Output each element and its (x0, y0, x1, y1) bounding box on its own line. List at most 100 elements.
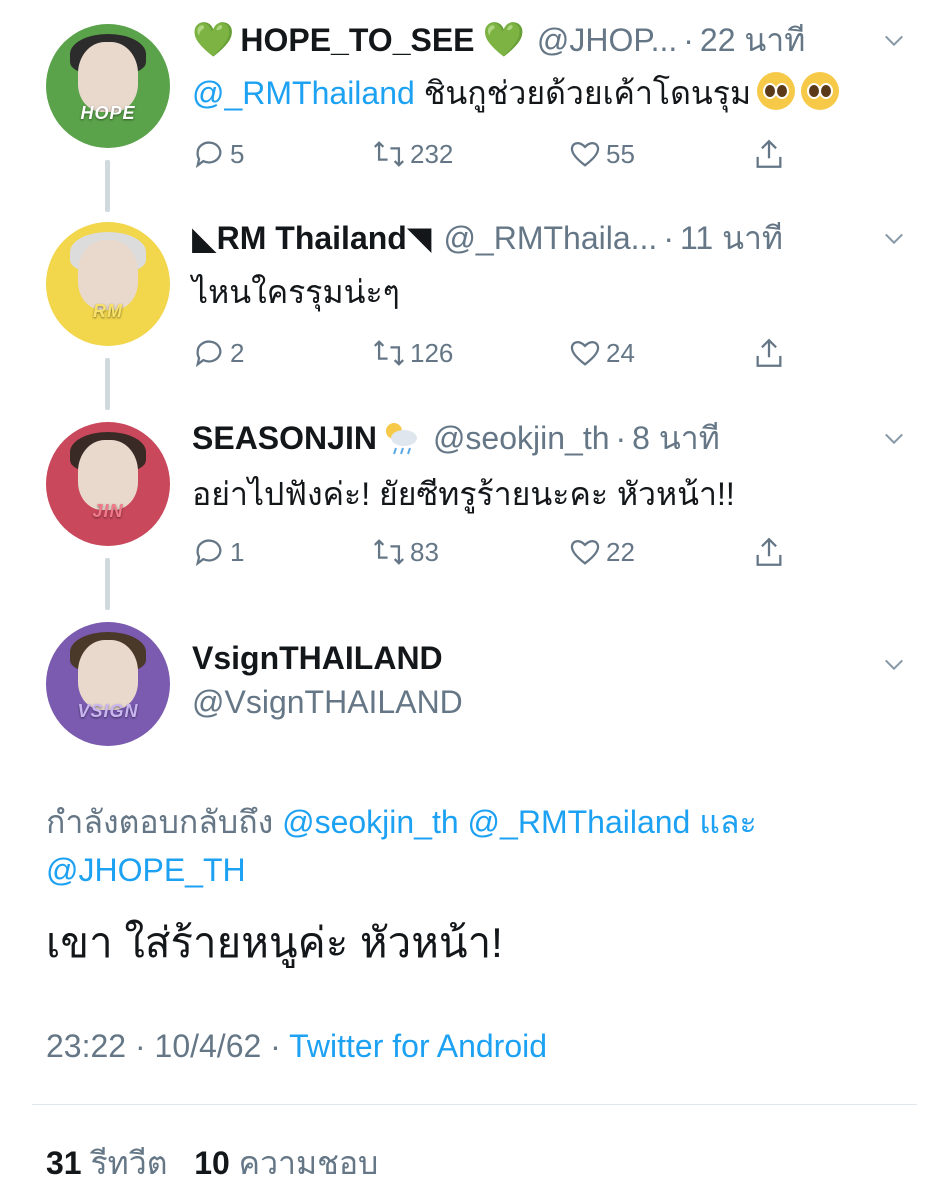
avatar-jin[interactable]: JIN (46, 422, 170, 546)
retweet-count: 232 (410, 138, 454, 169)
mention-link[interactable]: @seokjin_th (282, 804, 459, 840)
chevron-down-icon[interactable] (883, 654, 905, 676)
retweet-count: 126 (410, 337, 454, 368)
tweet-text-content: ชินกูช่วยด้วยเค้าโดนรุม (423, 75, 752, 111)
tweet-date: 10/4/62 (154, 1028, 262, 1064)
like-total: 10 (194, 1145, 230, 1181)
tweet-actions: 2 126 24 (192, 333, 792, 373)
like-count: 55 (606, 138, 635, 169)
like-button[interactable]: 55 (568, 134, 635, 174)
pleading-face-icon (801, 72, 840, 110)
reply-icon (195, 340, 222, 368)
avatar-label: HOPE (80, 103, 136, 123)
share-icon (756, 139, 782, 168)
reply-button[interactable]: 1 (192, 532, 244, 572)
separator-dot: · (270, 1028, 290, 1064)
like-button[interactable]: 24 (568, 333, 635, 373)
separator-dot: · (663, 219, 674, 256)
likes-stat[interactable]: 10 ความชอบ (194, 1145, 378, 1181)
reply-button[interactable]: 5 (192, 134, 244, 174)
retweet-button[interactable]: 126 (372, 333, 453, 373)
user-handle[interactable]: @VsignTHAILAND (192, 684, 463, 721)
timestamp[interactable]: 8 นาที (632, 418, 720, 458)
retweet-icon (374, 340, 404, 366)
heart-icon (570, 142, 600, 167)
avatar-face (78, 440, 138, 510)
reply-count: 1 (230, 536, 245, 567)
sun-behind-rain-cloud-icon (385, 423, 417, 455)
heart-icon (570, 540, 600, 565)
retweet-icon (374, 539, 404, 565)
avatar-label: RM (93, 301, 123, 321)
tweet-text-content: อย่าไปฟังค่ะ! ยัยซีทรูร้ายนะคะ หัวหน้า!! (192, 476, 735, 512)
tweet-text: อย่าไปฟังค่ะ! ยัยซีทรูร้ายนะคะ หัวหน้า!! (192, 474, 909, 514)
display-name[interactable]: SEASONJIN (192, 420, 377, 457)
user-handle[interactable]: @seokjin_th (433, 420, 610, 457)
like-label: ความชอบ (238, 1145, 379, 1181)
avatar-face (78, 240, 138, 310)
avatar-face (78, 640, 138, 710)
reply-count: 2 (230, 337, 245, 368)
retweet-button[interactable]: 83 (372, 532, 439, 572)
like-button[interactable]: 22 (568, 532, 635, 572)
reply-count: 5 (230, 138, 245, 169)
share-icon (756, 537, 782, 566)
share-button[interactable] (752, 532, 790, 572)
green-heart-icon: 💚 (482, 21, 525, 59)
mention-link[interactable]: @JHOPE_TH (46, 852, 246, 888)
replying-and: และ (699, 804, 757, 840)
thread-line (105, 558, 110, 610)
thread-line (105, 160, 110, 212)
share-icon (756, 338, 782, 367)
replying-to: กำลังตอบกลับถึง @seokjin_th @_RMThailand… (46, 798, 906, 894)
tweet-actions: 1 83 22 (192, 532, 792, 572)
like-count: 24 (606, 337, 635, 368)
retweets-stat[interactable]: 31 รีทวีต (46, 1145, 168, 1181)
tweet-text-content: ไหนใครรุมน่ะๆ (192, 274, 400, 310)
chevron-down-icon[interactable] (883, 428, 905, 450)
tweet-header: 💚 HOPE_TO_SEE 💚 @JHOP... · 22 นาที (192, 20, 889, 60)
tweet-header: SEASONJIN @seokjin_th · 8 นาที (192, 418, 889, 458)
like-count: 22 (606, 536, 635, 567)
pleading-face-icon (757, 72, 796, 110)
avatar-rm[interactable]: RM (46, 222, 170, 346)
separator-dot: · (615, 419, 627, 456)
retweet-count: 83 (410, 536, 439, 567)
mention-link[interactable]: @_RMThailand (468, 804, 691, 840)
reply-icon (195, 141, 222, 169)
display-name[interactable]: VsignTHAILAND (192, 640, 443, 677)
retweet-label: รีทวีต (90, 1145, 168, 1181)
user-handle[interactable]: @JHOP... (537, 22, 677, 59)
tweet-meta: 23:22 · 10/4/62 · Twitter for Android (46, 1028, 547, 1065)
avatar-label: JIN (92, 501, 124, 521)
retweet-total: 31 (46, 1145, 82, 1181)
timestamp[interactable]: 22 นาที (700, 20, 805, 60)
chevron-down-icon[interactable] (883, 228, 905, 250)
avatar-vsign[interactable]: VSIGN (46, 622, 170, 746)
tweet-actions: 5 232 55 (192, 134, 792, 174)
mention-link[interactable]: @_RMThailand (192, 75, 415, 111)
reply-icon (195, 539, 222, 567)
divider (32, 1104, 917, 1105)
tweet-source-link[interactable]: Twitter for Android (289, 1028, 547, 1064)
display-name[interactable]: ◣RM Thailand◥ (192, 219, 431, 257)
reply-button[interactable]: 2 (192, 333, 244, 373)
tweet-stats: 31 รีทวีต 10 ความชอบ (46, 1138, 378, 1189)
separator-dot: · (683, 21, 694, 58)
timestamp[interactable]: 11 นาที (680, 218, 783, 258)
green-heart-icon: 💚 (192, 21, 235, 59)
display-name[interactable]: HOPE_TO_SEE (240, 22, 474, 59)
share-button[interactable] (752, 333, 790, 373)
retweet-button[interactable]: 232 (372, 134, 453, 174)
heart-icon (570, 341, 600, 366)
separator-dot: · (134, 1028, 155, 1064)
chevron-down-icon[interactable] (883, 30, 905, 52)
tweet-header: ◣RM Thailand◥ @_RMThaila... · 11 นาที (192, 218, 889, 258)
tweet-text: @_RMThailand ชินกูช่วยด้วยเค้าโดนรุม (192, 72, 909, 113)
replying-prefix: กำลังตอบกลับถึง (46, 804, 274, 840)
thread-line (105, 358, 110, 410)
user-handle[interactable]: @_RMThaila... (443, 220, 657, 257)
tweet-text: ไหนใครรุมน่ะๆ (192, 272, 909, 312)
avatar-hope[interactable]: HOPE (46, 24, 170, 148)
share-button[interactable] (752, 134, 790, 174)
